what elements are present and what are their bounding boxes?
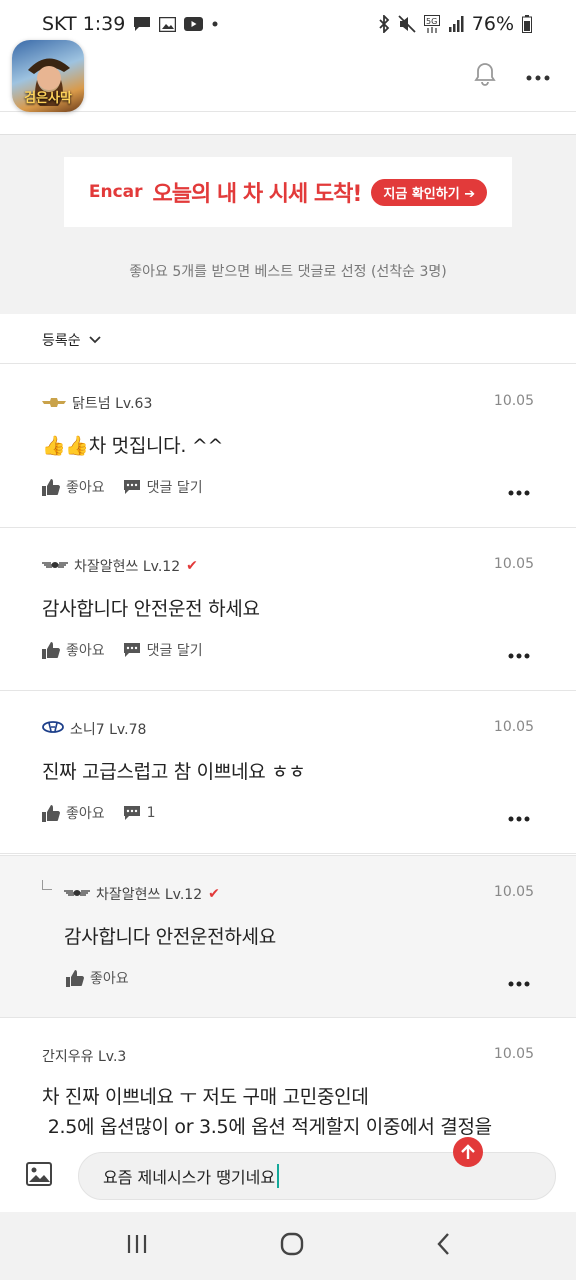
comment-user[interactable]: 차잘알현쓰 Lv.12 [96,884,202,904]
reply-count: 1 [146,805,156,821]
genesis-badge-icon [64,886,90,902]
comment-body: 진짜 고급스럽고 참 이쁘네요 ㅎㅎ [42,761,306,783]
banner-cta-button[interactable]: 지금 확인하기 ➔ [371,178,488,206]
app-bar: 검은사막 [0,39,576,112]
app-logo[interactable]: 검은사막 [12,39,84,112]
comment-date: 10.05 [493,556,534,572]
more-horizontal-icon[interactable] [508,972,530,991]
thumbs-up-icon [42,478,60,496]
like-button[interactable]: 좋아요 [66,968,129,988]
reply-label: 댓글 달기 [146,480,203,496]
comment-user[interactable]: 간지우유 Lv.3 [42,1046,126,1066]
back-icon[interactable] [436,1232,450,1260]
thumbs-up-icon [42,804,60,822]
home-icon[interactable] [280,1232,304,1260]
thumbs-up-icon [42,641,60,659]
comment-date: 10.05 [493,393,534,409]
comment-user[interactable]: 소니7 Lv.78 [70,719,146,739]
verified-check-icon: ✔ [186,558,198,574]
more-horizontal-icon[interactable] [508,481,530,500]
arrow-up-icon [461,1144,475,1159]
like-label: 좋아요 [66,643,105,659]
best-comment-note: 좋아요 5개를 받으면 베스트 댓글로 선정 (선착순 3명) [129,264,447,280]
comment-body-line: 2.5에 옵션많이 or 3.5에 옵션 적게할지 이중에서 결정을 [42,1116,492,1138]
ad-section: Encar 오늘의 내 차 시세 도착! 지금 확인하기 ➔ 좋아요 5개를 받… [0,134,576,314]
dot-icon [211,20,219,28]
mute-icon [398,15,416,33]
comment-input-value: 요즘 제네시스가 땡기네요 [103,1168,276,1187]
comment-user[interactable]: 닭트넘 Lv.63 [72,393,152,413]
reply-button[interactable]: 댓글 달기 [123,477,203,497]
sort-label: 등록순 [42,332,81,349]
carrier-time: SKT 1:39 [42,13,126,35]
comment-input-bar: 요즘 제네시스가 땡기네요 [0,1140,576,1212]
recent-apps-icon[interactable] [126,1233,148,1259]
chevron-down-icon [89,332,101,348]
like-label: 좋아요 [66,806,105,822]
comment-icon [123,806,140,820]
svg-text:5G: 5G [426,17,437,26]
reply-item: 차잘알현쓰 Lv.12 ✔ 10.05 감사합니다 안전운전하세요 좋아요 [0,855,576,1018]
comment-icon [123,643,140,657]
comment-item: 소니7 Lv.78 10.05 진짜 고급스럽고 참 이쁘네요 ㅎㅎ 좋아요 1 [0,691,576,854]
banner-brand: Encar [88,182,143,202]
image-attach-icon[interactable] [26,1162,52,1190]
text-caret [277,1164,280,1188]
comment-date: 10.05 [493,719,534,735]
chat-icon [133,16,151,32]
5g-icon: 5G [423,15,440,33]
verified-check-icon: ✔ [208,886,220,902]
like-button[interactable]: 좋아요 [42,803,105,823]
comment-user[interactable]: 차잘알현쓰 Lv.12 [74,556,180,576]
like-label: 좋아요 [66,480,105,496]
chevrolet-badge-icon [42,395,66,411]
reply-button[interactable]: 댓글 달기 [123,640,203,660]
comment-item: 차잘알현쓰 Lv.12 ✔ 10.05 감사합니다 안전운전 하세요 좋아요 댓… [0,528,576,691]
more-horizontal-icon[interactable] [508,644,530,663]
more-horizontal-icon[interactable] [508,807,530,826]
comment-body: 👍👍차 멋집니다. ^^ [42,435,224,457]
comment-date: 10.05 [493,1046,534,1062]
comment-body: 감사합니다 안전운전하세요 [64,926,276,948]
comment-date: 10.05 [493,884,534,900]
battery-icon [522,15,532,33]
gallery-icon [159,16,177,32]
app-logo-text: 검은사막 [24,90,72,106]
comment-body: 차 진짜 이쁘네요 ㅜ 저도 구매 고민중인데 2.5에 옵션많이 or 3.5… [42,1082,492,1142]
bell-icon[interactable] [474,62,496,90]
system-nav-bar [0,1212,576,1280]
signal-icon [448,15,464,33]
comment-input[interactable]: 요즘 제네시스가 땡기네요 [78,1152,556,1200]
more-vertical-icon[interactable] [526,66,550,85]
like-label: 좋아요 [90,971,129,987]
genesis-badge-icon [42,558,68,574]
reply-label: 댓글 달기 [146,643,203,659]
comment-item: 닭트넘 Lv.63 10.05 👍👍차 멋집니다. ^^ 좋아요 댓글 달기 [0,365,576,528]
bluetooth-icon [378,15,390,33]
thumbs-up-icon [66,969,84,987]
scroll-to-top-button[interactable] [453,1137,483,1167]
comment-body-line: 차 진짜 이쁘네요 ㅜ 저도 구매 고민중인데 [42,1086,369,1108]
banner-headline: 오늘의 내 차 시세 도착! [152,182,363,207]
ad-banner[interactable]: Encar 오늘의 내 차 시세 도착! 지금 확인하기 ➔ [64,157,512,227]
like-button[interactable]: 좋아요 [42,640,105,660]
reply-indent-icon [42,880,52,890]
sort-dropdown[interactable]: 등록순 [0,316,576,364]
like-button[interactable]: 좋아요 [42,477,105,497]
youtube-icon [184,17,204,31]
battery-text: 76% [471,13,514,35]
comment-icon [123,480,140,494]
hyundai-badge-icon [42,721,64,737]
comment-body: 감사합니다 안전운전 하세요 [42,598,260,620]
reply-count-button[interactable]: 1 [123,805,156,821]
comment-item: 간지우유 Lv.3 10.05 차 진짜 이쁘네요 ㅜ 저도 구매 고민중인데 … [0,1018,576,1158]
